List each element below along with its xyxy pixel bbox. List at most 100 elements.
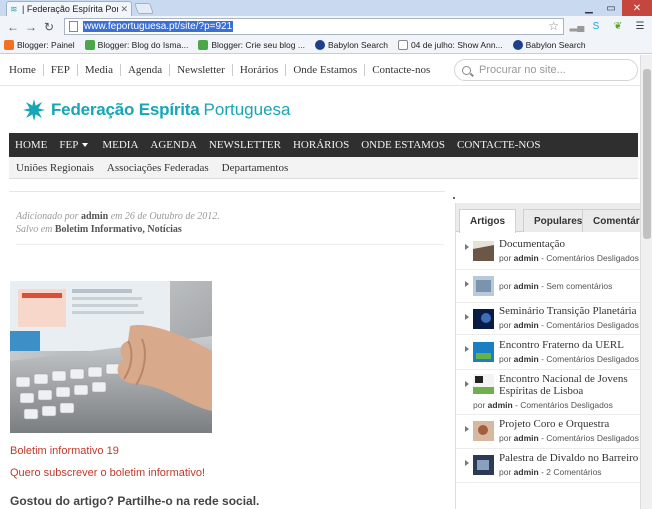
reload-icon[interactable]: ↻	[40, 18, 58, 36]
bullet-icon	[465, 381, 469, 387]
minimize-icon[interactable]: ▁	[578, 0, 600, 16]
tab-artigos[interactable]: Artigos	[459, 209, 516, 233]
browser-toolbar: ← → ↻ www.feportuguesa.pt/site/?p=921 ☆ …	[0, 16, 652, 37]
sub-nav-unioes-regionais[interactable]: Uniões Regionais	[16, 162, 94, 174]
puzzle-icon	[198, 40, 209, 50]
bookmark-item[interactable]: 04 de julho: Show Ann...	[397, 40, 503, 50]
top-nav: Home FEP Media Agenda Newsletter Horário…	[9, 64, 437, 76]
article-link-subscribe[interactable]: Quero subscrever o boletim informativo!	[10, 467, 205, 479]
sub-nav-associacoes-federadas[interactable]: Associações Federadas	[107, 162, 209, 174]
window-controls: ▁ ▭ ✕	[578, 0, 652, 16]
web-page: Home FEP Media Agenda Newsletter Horário…	[0, 55, 640, 509]
signal-bars-icon[interactable]: ▂▄	[570, 19, 585, 33]
list-item[interactable]: Projeto Coro e Orquestra por admin - Com…	[456, 415, 640, 449]
forward-arrow-icon[interactable]: →	[22, 18, 40, 36]
puzzle-icon	[84, 40, 95, 50]
scrollbar-thumb[interactable]	[643, 69, 651, 239]
item-meta: por admin - Sem comentários	[499, 281, 613, 291]
site-favicon-icon: ≋	[10, 3, 18, 14]
item-title-continued[interactable]: Espíritas de Lisboa	[499, 385, 583, 398]
item-thumbnail	[473, 241, 494, 261]
page-icon	[69, 21, 78, 32]
item-meta: por admin - Comentários Desligados	[499, 253, 639, 263]
bullet-icon	[465, 346, 469, 352]
logo-star-icon	[23, 99, 45, 121]
sub-nav-departamentos[interactable]: Departamentos	[222, 162, 289, 174]
browser-tab-bar: ≋ | Federação Espírita Portugue ✕ ▁ ▭ ✕	[0, 0, 652, 16]
caret-down-icon	[82, 142, 89, 147]
top-nav-onde-estamos[interactable]: Onde Estamos	[286, 64, 366, 76]
top-nav-home[interactable]: Home	[9, 64, 44, 76]
post-meta: Adicionado por admin em 26 de Outubro de…	[16, 211, 220, 235]
item-title[interactable]: Seminário Transição Planetária	[499, 305, 636, 318]
bookmark-item[interactable]: Babylon Search	[314, 40, 388, 50]
back-arrow-icon[interactable]: ←	[4, 18, 22, 36]
top-nav-newsletter[interactable]: Newsletter	[170, 64, 233, 76]
skype-icon[interactable]: S	[589, 19, 603, 33]
top-nav-horarios[interactable]: Horários	[233, 64, 287, 76]
babylon-icon	[314, 40, 325, 50]
list-item[interactable]: Documentação por admin - Comentários Des…	[456, 233, 640, 270]
main-nav-agenda[interactable]: AGENDA	[150, 139, 196, 151]
menu-icon[interactable]: ☰	[633, 19, 647, 33]
item-title[interactable]: Documentação	[499, 238, 565, 251]
main-nav: HOME FEP MEDIA AGENDA NEWSLETTER HORÁRIO…	[9, 133, 638, 157]
bullet-icon	[465, 426, 469, 432]
top-nav-media[interactable]: Media	[78, 64, 121, 76]
top-nav-agenda[interactable]: Agenda	[121, 64, 171, 76]
main-nav-contacte-nos[interactable]: CONTACTE-NOS	[457, 139, 540, 151]
bookmarks-bar: Blogger: Painel Blogger: Blog do Isma...…	[0, 37, 652, 54]
browser-tab[interactable]: ≋ | Federação Espírita Portugue ✕	[6, 1, 132, 16]
list-item[interactable]: Encontro Fraterno da UERL por admin - Co…	[456, 335, 640, 370]
logo-text-regular: Portuguesa	[203, 100, 291, 119]
main-nav-media[interactable]: MEDIA	[102, 139, 138, 151]
address-url[interactable]: www.feportuguesa.pt/site/?p=921	[83, 21, 234, 32]
sidebar-widget: Artigos Populares Comentários Documentaç…	[455, 203, 640, 509]
bookmark-item[interactable]: Blogger: Crie seu blog ...	[198, 40, 305, 50]
top-nav-contacte-nos[interactable]: Contacte-nos	[365, 64, 437, 76]
maximize-icon[interactable]: ▭	[600, 0, 622, 16]
evernote-icon[interactable]: ❦	[611, 19, 625, 33]
item-thumbnail	[473, 276, 494, 296]
bookmark-item[interactable]: Babylon Search	[512, 40, 586, 50]
search-icon	[462, 65, 471, 75]
close-window-icon[interactable]: ✕	[622, 0, 652, 16]
article: Adicionado por admin em 26 de Outubro de…	[9, 191, 445, 509]
item-thumbnail	[473, 309, 494, 329]
article-link-boletim[interactable]: Boletim informativo 19	[10, 445, 119, 457]
tab-comentarios[interactable]: Comentários	[582, 209, 640, 232]
article-image	[10, 281, 212, 433]
main-nav-home[interactable]: HOME	[15, 139, 47, 151]
site-logo[interactable]: Federação Espírita Portuguesa	[23, 99, 290, 121]
post-categories-link[interactable]: Boletim Informativo, Notícias	[55, 224, 182, 235]
main-nav-newsletter[interactable]: NEWSLETTER	[209, 139, 281, 151]
bullet-icon	[465, 460, 469, 466]
item-thumbnail	[473, 455, 494, 475]
post-author-link[interactable]: admin	[81, 211, 108, 222]
item-meta: por admin - Comentários Desligados	[499, 320, 639, 330]
address-bar[interactable]: www.feportuguesa.pt/site/?p=921 ☆	[64, 18, 564, 35]
bookmark-item[interactable]: Blogger: Painel	[4, 40, 75, 50]
page-scrollbar[interactable]	[640, 55, 652, 509]
main-nav-fep[interactable]: FEP	[59, 139, 90, 151]
share-heading: Gostou do artigo? Partilhe-o na rede soc…	[10, 494, 260, 508]
bookmark-item[interactable]: Blogger: Blog do Isma...	[84, 40, 188, 50]
item-meta: por admin - Comentários Desligados	[499, 354, 639, 364]
main-nav-onde-estamos[interactable]: ONDE ESTAMOS	[361, 139, 445, 151]
bullet-icon	[465, 244, 469, 250]
list-item[interactable]: por admin - Sem comentários	[456, 270, 640, 303]
top-nav-fep[interactable]: FEP	[44, 64, 78, 76]
list-item[interactable]: Seminário Transição Planetária por admin…	[456, 303, 640, 335]
search-input[interactable]: Procurar no site...	[454, 59, 638, 81]
item-title[interactable]: Projeto Coro e Orquestra	[499, 418, 609, 431]
new-tab-button[interactable]	[133, 3, 155, 14]
list-item[interactable]: Encontro Nacional de Jovens Espíritas de…	[456, 370, 640, 415]
bookmark-star-icon[interactable]: ☆	[548, 19, 559, 33]
list-item[interactable]: Palestra de Divaldo no Barreiro por admi…	[456, 449, 640, 483]
item-thumbnail	[473, 374, 494, 394]
bullet-icon	[465, 314, 469, 320]
item-title[interactable]: Palestra de Divaldo no Barreiro	[499, 452, 638, 465]
main-nav-horarios[interactable]: HORÁRIOS	[293, 139, 349, 151]
item-title[interactable]: Encontro Fraterno da UERL	[499, 339, 624, 352]
close-tab-icon[interactable]: ✕	[120, 4, 128, 15]
